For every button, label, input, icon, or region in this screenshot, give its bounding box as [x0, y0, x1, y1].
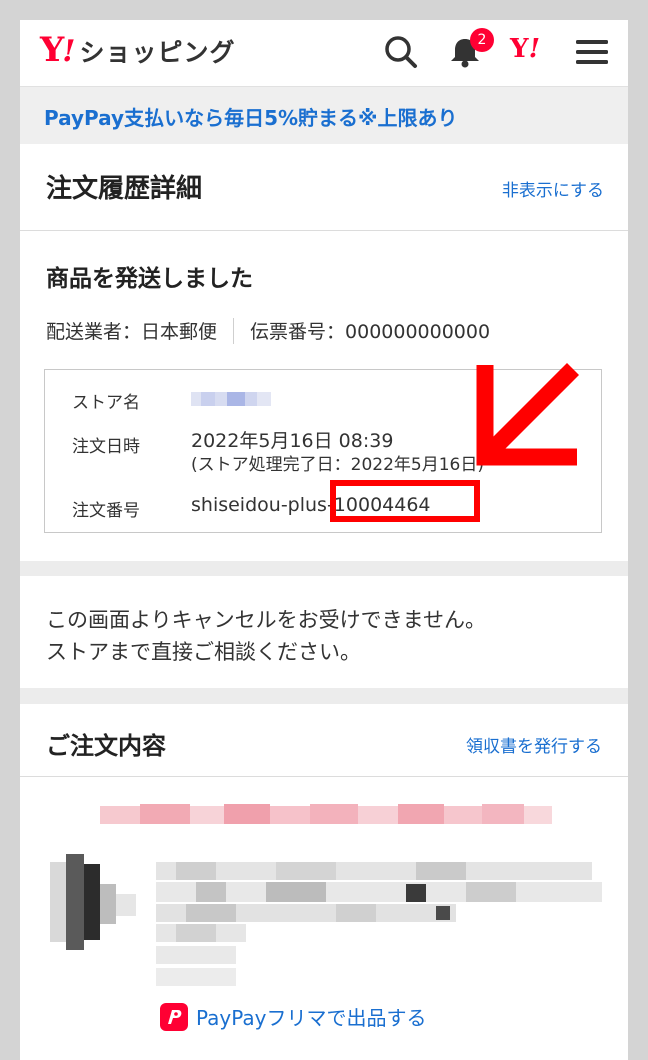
order-date-value: 2022年5月16日 08:39: [191, 430, 394, 452]
notice-line-2: ストアまで直接ご相談ください。: [46, 640, 361, 664]
order-number-highlight-box: [330, 480, 480, 522]
blurred-store-heading[interactable]: [100, 800, 552, 828]
section-divider: [20, 561, 628, 576]
promo-text: PayPay支払いなら毎日5%貯まる※上限あり: [44, 106, 458, 130]
cancel-notice: この画面よりキャンセルをお受けできません。 ストアまで直接ご相談ください。: [20, 576, 628, 688]
meta-divider: [233, 317, 235, 344]
order-detail-header: 注文履歴詳細 非表示にする: [20, 144, 628, 231]
hide-link[interactable]: 非表示にする: [502, 176, 604, 201]
top-header: Y ! ショッピング 2 Y!: [20, 20, 628, 86]
paypay-flea-icon: [160, 1002, 188, 1031]
menu-icon[interactable]: [572, 32, 612, 72]
store-name-label: ストア名: [72, 393, 140, 413]
annotation-arrow-icon: [476, 362, 580, 466]
yahoo-shopping-logo[interactable]: Y ! ショッピング: [40, 30, 235, 70]
store-name-blurred[interactable]: [191, 392, 271, 406]
yahoo-y: Y: [510, 34, 529, 64]
shipping-status: 商品を発送しました: [46, 266, 253, 292]
carrier-text: 配送業者：日本郵便: [46, 321, 218, 343]
logo-text: ショッピング: [79, 38, 236, 67]
order-contents-section: ご注文内容 領収書を発行する PayPayフリマで出品する: [20, 704, 628, 1060]
blurred-product-thumbnail[interactable]: [50, 854, 140, 950]
paypay-flea-text: PayPayフリマで出品する: [196, 1006, 427, 1030]
notice-line-1: この画面よりキャンセルをお受けできません。: [46, 608, 486, 632]
order-number-label: 注文番号: [72, 501, 140, 521]
paypay-flea-link[interactable]: PayPayフリマで出品する: [160, 1002, 427, 1031]
page-title: 注文履歴詳細: [46, 174, 203, 204]
yahoo-japan-icon[interactable]: Y!: [510, 34, 540, 64]
logo-y: Y: [40, 30, 64, 70]
logo-exclamation: !: [62, 34, 76, 69]
blurred-product-description[interactable]: [156, 862, 602, 992]
tracking-number: 伝票番号：000000000000: [250, 321, 491, 343]
order-contents-header: ご注文内容 領収書を発行する: [20, 704, 628, 777]
order-contents-title: ご注文内容: [46, 732, 166, 760]
receipt-link[interactable]: 領収書を発行する: [466, 732, 602, 757]
yahoo-ex: !: [528, 34, 540, 64]
section-divider: [20, 688, 628, 704]
app-frame: Y ! ショッピング 2 Y! PayPay支払いなら毎日5%貯まる※上限あり …: [20, 20, 628, 1060]
order-date-label: 注文日時: [72, 437, 140, 457]
search-icon[interactable]: [381, 32, 421, 72]
shipping-meta: 配送業者：日本郵便 伝票番号：000000000000: [46, 317, 490, 344]
store-processed-date: (ストア処理完了日：2022年5月16日): [191, 455, 484, 475]
notification-badge: 2: [470, 28, 494, 52]
promo-banner[interactable]: PayPay支払いなら毎日5%貯まる※上限あり: [20, 86, 628, 145]
